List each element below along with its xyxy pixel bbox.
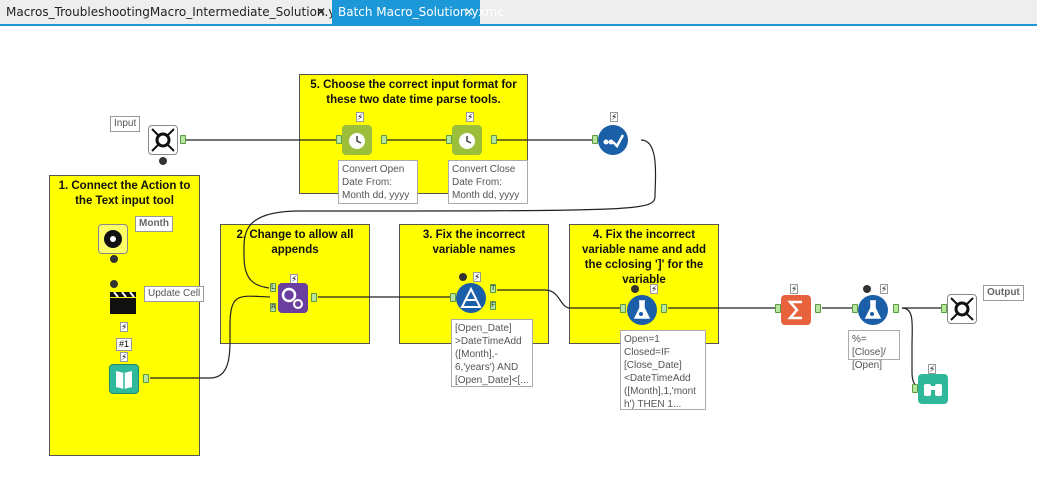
gear-arrows-icon <box>151 128 175 152</box>
browse-tool[interactable] <box>918 374 948 404</box>
lightning-icon: ⚡ <box>610 112 618 123</box>
gears-icon <box>281 287 303 309</box>
tab-bar: Macros_TroubleshootingMacro_Intermediate… <box>0 0 1037 26</box>
batch-macro-tool[interactable] <box>278 283 308 313</box>
output-anchor[interactable] <box>491 135 497 144</box>
lightning-icon: ⚡ <box>790 284 798 295</box>
control-parameter-tool[interactable] <box>148 125 178 155</box>
text-input-tool[interactable] <box>109 364 139 394</box>
anchor-letter-l: L <box>271 283 275 291</box>
filter-icon <box>460 286 482 308</box>
input-anchor[interactable] <box>446 135 452 144</box>
input-anchor[interactable] <box>592 135 598 144</box>
lightning-icon: ⚡ <box>356 112 364 123</box>
filter-annotation: [Open_Date] >DateTimeAdd ([Month],- 6,'y… <box>451 319 533 387</box>
lightning-icon: ⚡ <box>466 112 474 123</box>
output-anchor[interactable] <box>661 304 667 313</box>
datetime-close-annotation: Convert Close Date From: Month dd, yyyy <box>448 160 528 204</box>
anchor-letter-f: F <box>491 301 496 309</box>
month-label: Month <box>135 216 173 232</box>
macro-badge-icon <box>631 285 639 293</box>
datetime-tool-close[interactable] <box>452 125 482 155</box>
anchor-letter-r: R <box>271 303 276 311</box>
macro-output-tool[interactable] <box>947 294 977 324</box>
lightning-icon: ⚡ <box>880 284 888 295</box>
output-anchor[interactable] <box>180 135 186 144</box>
output-anchor[interactable] <box>381 135 387 144</box>
flask-icon <box>633 300 651 319</box>
tab-label: Batch Macro_Solution.yxmc <box>338 5 504 19</box>
lightning-icon: ⚡ <box>928 364 936 375</box>
connection-wires <box>150 139 945 387</box>
summarize-tool[interactable] <box>781 295 811 325</box>
datetime-tool-open[interactable] <box>342 125 372 155</box>
input-anchor[interactable] <box>620 304 626 313</box>
record-number-label: #1 <box>116 338 133 351</box>
book-icon <box>116 371 132 389</box>
flask-icon <box>864 300 882 319</box>
checkmark-icon <box>603 134 625 149</box>
formula-1-annotation: Open=1 Closed=IF [Close_Date] <DateTimeA… <box>620 330 706 410</box>
tab-label: Macros_TroubleshootingMacro_Intermediate… <box>6 5 362 19</box>
clapperboard-icon <box>110 291 136 314</box>
input-anchor[interactable] <box>450 293 456 302</box>
filter-tool[interactable] <box>456 283 486 313</box>
anchor-letter-t: T <box>491 284 496 292</box>
output-label: Output <box>983 285 1024 301</box>
gear-arrows-icon <box>950 297 974 321</box>
lightning-icon: ⚡ <box>473 272 481 283</box>
wire-filter-to-formula1 <box>497 289 620 309</box>
macro-badge-icon <box>110 255 118 263</box>
lightning-icon: ⚡ <box>120 322 128 333</box>
gear-icon <box>104 230 122 248</box>
binoculars-icon <box>924 384 942 396</box>
datetime-open-annotation: Convert Open Date From: Month dd, yyyy <box>338 160 418 204</box>
formula-tool-2[interactable] <box>858 295 888 325</box>
update-cell-label: Update Cell <box>144 286 205 302</box>
macro-badge-icon <box>459 273 467 281</box>
macro-badge-icon <box>110 280 118 288</box>
clock-icon <box>459 133 475 149</box>
clock-icon <box>349 133 365 149</box>
output-anchor[interactable] <box>893 304 899 313</box>
action-tool[interactable] <box>98 224 128 254</box>
input-anchor[interactable] <box>912 384 918 393</box>
workflow-canvas[interactable]: 1. Connect the Action to the Text input … <box>0 26 1037 478</box>
output-anchor[interactable] <box>143 374 149 383</box>
input-anchor[interactable] <box>336 135 342 144</box>
input-label: Input <box>110 116 141 132</box>
wire-formula2-to-browse <box>901 307 919 387</box>
tab-batch-macro[interactable]: Batch Macro_Solution.yxmc ✕ <box>332 0 504 24</box>
output-anchor[interactable] <box>311 293 317 302</box>
close-icon[interactable]: ✕ <box>316 0 326 24</box>
sigma-icon <box>787 300 802 320</box>
lightning-icon: ⚡ <box>120 352 128 363</box>
clapperboard-tool[interactable] <box>108 288 138 318</box>
tab-troubleshooting-macro[interactable]: Macros_TroubleshootingMacro_Intermediate… <box>0 0 362 24</box>
input-anchor[interactable] <box>941 304 947 313</box>
output-anchor[interactable] <box>815 304 821 313</box>
wire-textinput-to-batch <box>150 295 271 379</box>
macro-badge-icon <box>159 157 167 165</box>
lightning-icon: ⚡ <box>650 284 658 295</box>
formula-2-annotation: %=[Close]/ [Open] <box>848 330 900 371</box>
formula-tool-1[interactable] <box>627 295 657 325</box>
input-anchor[interactable] <box>775 304 781 313</box>
macro-badge-icon <box>863 285 871 293</box>
input-anchor[interactable] <box>852 304 858 313</box>
test-tool[interactable] <box>598 125 628 155</box>
close-icon[interactable]: ✕ <box>464 0 474 24</box>
